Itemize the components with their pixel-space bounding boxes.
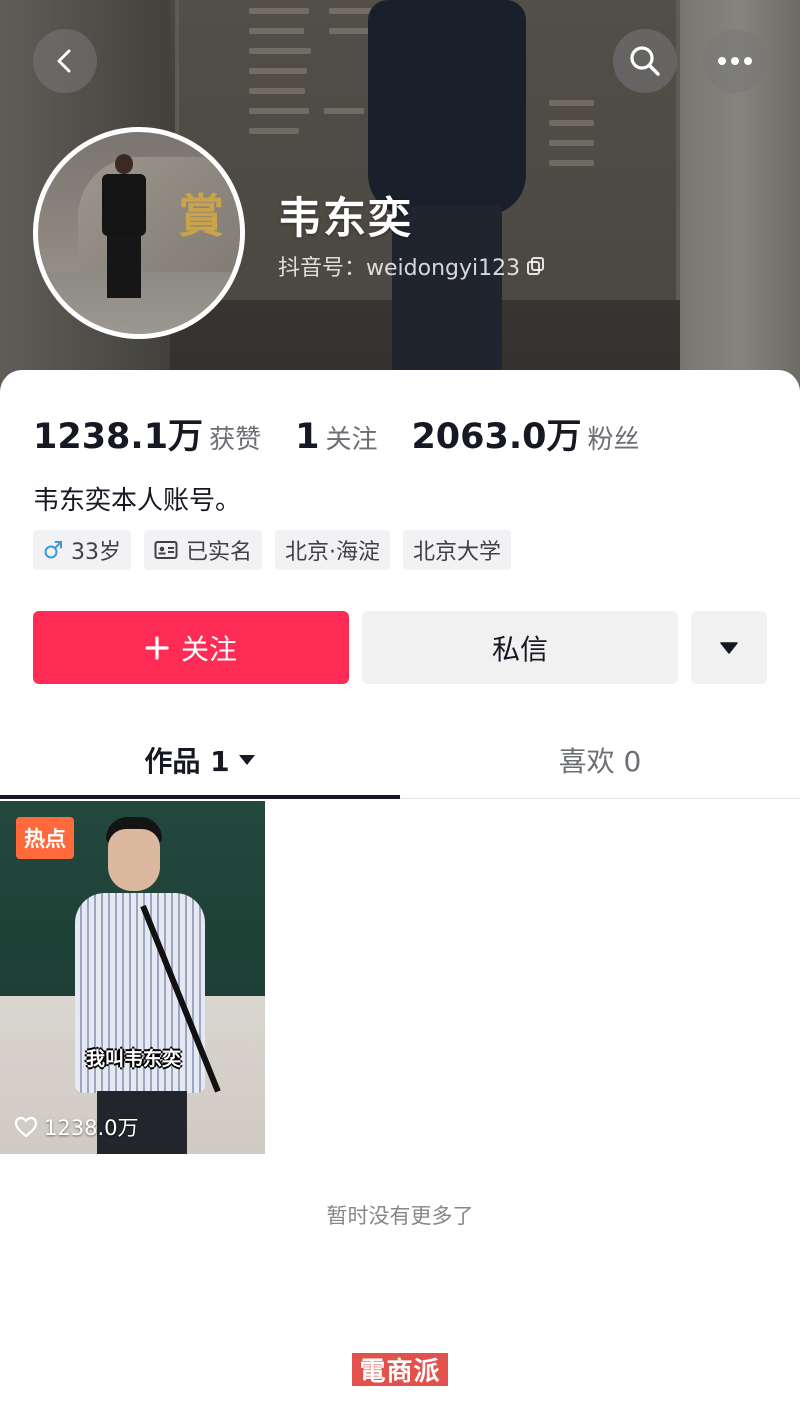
tab-likes[interactable]: 喜欢 0 (400, 725, 800, 795)
copy-icon[interactable] (526, 256, 546, 276)
more-horizontal-icon (718, 57, 752, 65)
stat-likes[interactable]: 1238.1万 获赞 (33, 408, 261, 459)
stat-following-label: 关注 (325, 425, 378, 455)
avatar-figure-body (102, 174, 146, 236)
profile-tags: 33岁 已实名 北京·海淀 北京大学 (33, 530, 512, 570)
stat-likes-count: 1238.1万 (33, 417, 204, 457)
tag-age-text: 33岁 (71, 540, 121, 565)
recommend-dropdown-button[interactable] (691, 611, 767, 684)
video-like-count: 1238.0万 (14, 1112, 138, 1142)
stat-likes-label: 获赞 (209, 425, 262, 455)
heart-outline-icon (14, 1116, 38, 1138)
tag-school-text: 北京大学 (413, 540, 502, 565)
stats-row: 1238.1万 获赞 1 关注 2063.0万 粉丝 (33, 408, 674, 457)
message-button-label: 私信 (491, 632, 548, 666)
douyin-id[interactable]: 抖音号：weidongyi123 (278, 250, 546, 282)
video-person-face (108, 829, 160, 891)
douyin-id-text: 抖音号：weidongyi123 (278, 256, 521, 281)
id-card-icon (154, 541, 178, 559)
back-button[interactable] (33, 29, 97, 93)
tag-age: 33岁 (33, 530, 131, 570)
video-like-count-text: 1238.0万 (44, 1116, 139, 1140)
tag-verified: 已实名 (144, 530, 263, 570)
search-icon (630, 46, 660, 76)
video-thumbnail[interactable]: 热点 我叫韦东奕 1238.0万 (0, 801, 265, 1154)
male-icon (44, 541, 62, 559)
caret-down-icon (720, 641, 738, 654)
stat-followers-count: 2063.0万 (411, 417, 582, 457)
hot-badge: 热点 (16, 817, 74, 859)
avatar-rock-carving: 賞 (178, 189, 224, 243)
plus-icon (145, 635, 169, 660)
tag-location-text: 北京·海淀 (285, 540, 381, 565)
tab-likes-label: 喜欢 0 (558, 745, 642, 778)
stat-followers[interactable]: 2063.0万 粉丝 (411, 408, 639, 459)
active-tab-indicator (0, 795, 400, 799)
follow-button-label: 关注 (180, 632, 237, 666)
watermark-logo: 電商派 (352, 1353, 448, 1387)
no-more-text: 暂时没有更多了 (326, 1204, 474, 1228)
follow-button[interactable]: 关注 (33, 611, 349, 684)
message-button[interactable]: 私信 (362, 611, 678, 684)
chevron-left-icon (57, 49, 71, 73)
avatar[interactable]: 賞 (33, 127, 245, 339)
video-subtitle: 我叫韦东奕 (86, 1048, 182, 1070)
nickname: 韦东奕 (278, 194, 413, 244)
stat-following-count: 1 (295, 417, 320, 457)
tag-location: 北京·海淀 (275, 530, 391, 570)
more-button[interactable] (703, 29, 767, 93)
avatar-ground (38, 272, 240, 334)
tag-school[interactable]: 北京大学 (403, 530, 512, 570)
bio: 韦东奕本人账号。 (33, 486, 242, 516)
stat-followers-label: 粉丝 (587, 425, 640, 455)
tag-verified-text: 已实名 (186, 540, 253, 565)
tab-works[interactable]: 作品 1 (0, 725, 400, 795)
content-tabs: 作品 1 喜欢 0 (0, 725, 800, 799)
stat-following[interactable]: 1 关注 (295, 417, 377, 457)
tab-works-label: 作品 1 (144, 745, 230, 778)
avatar-figure-head (115, 154, 133, 174)
avatar-figure-legs (107, 236, 141, 298)
search-button[interactable] (613, 29, 677, 93)
caret-down-icon (238, 755, 255, 765)
